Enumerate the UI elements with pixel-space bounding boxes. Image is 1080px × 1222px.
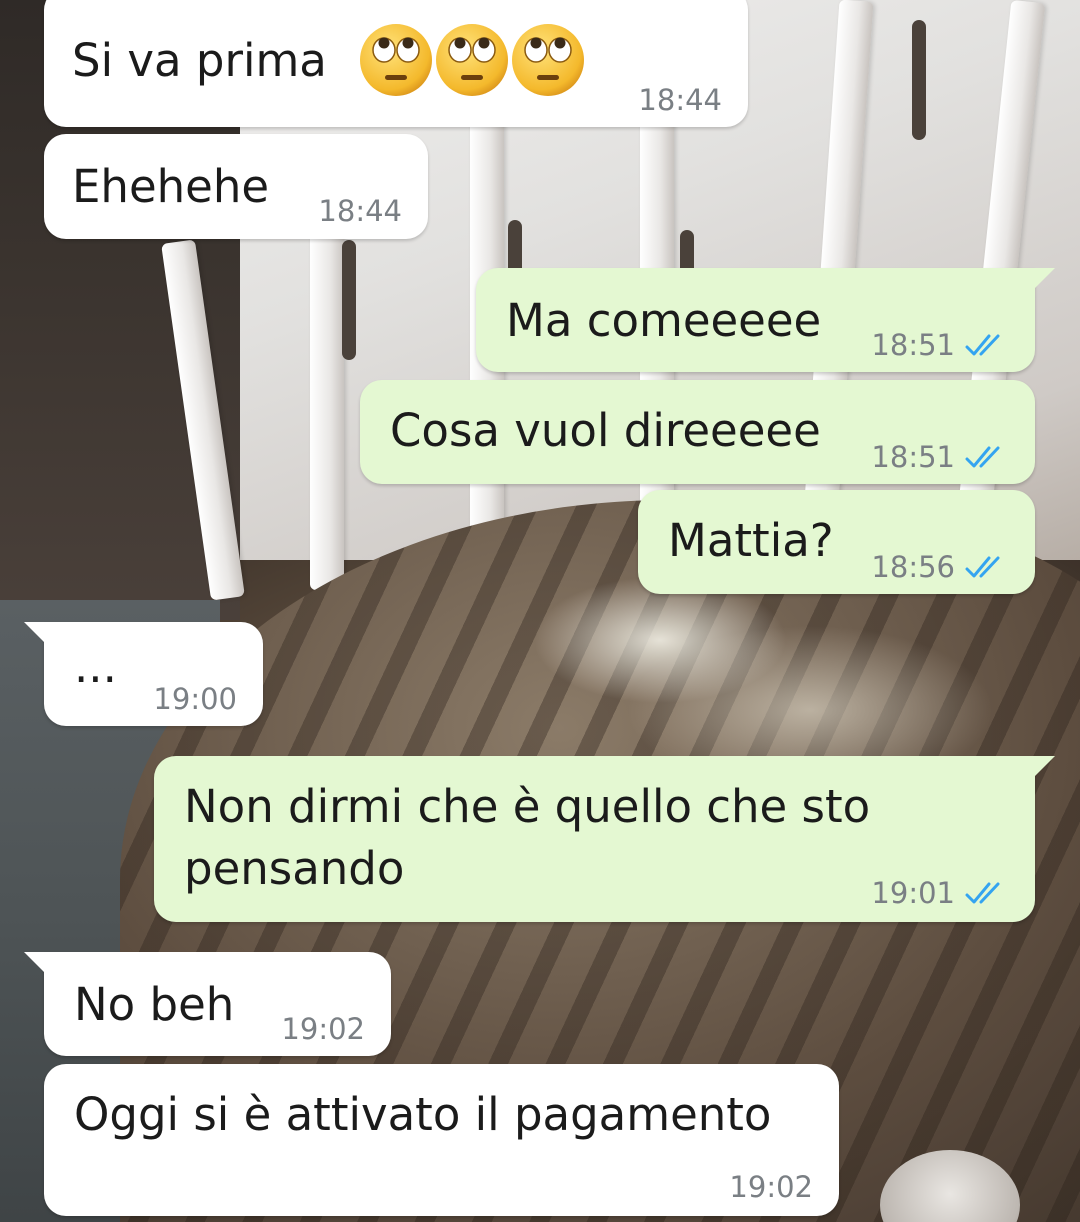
message-bubble-incoming[interactable]: Si va prima 18:44	[44, 0, 748, 127]
face-with-rolling-eyes-icon	[512, 24, 584, 96]
read-receipt-icon	[965, 334, 1000, 356]
message-meta: 19:02	[729, 1172, 813, 1202]
message-meta: 19:02	[281, 1014, 365, 1044]
chat-conversation: Si va prima 18:44 Ehehehe 18:44 Ma comee…	[0, 0, 1080, 1222]
message-text: Cosa vuol direeeee	[390, 404, 821, 457]
message-text: Mattia?	[668, 514, 834, 567]
message-time: 19:01	[871, 876, 955, 910]
message-time: 18:56	[871, 550, 955, 584]
message-meta: 18:51	[871, 442, 1009, 472]
message-text: ...	[74, 640, 117, 693]
message-text: Non dirmi che è quello che sto pensando	[184, 780, 871, 895]
message-time: 18:44	[318, 194, 402, 228]
message-time: 18:44	[638, 83, 722, 117]
message-meta: 19:01	[871, 878, 1009, 908]
message-time: 19:00	[153, 682, 237, 716]
message-time: 19:02	[281, 1012, 365, 1046]
face-with-rolling-eyes-icon	[360, 24, 432, 96]
message-bubble-outgoing[interactable]: Cosa vuol direeeee 18:51	[360, 380, 1035, 484]
read-receipt-icon	[965, 556, 1000, 578]
message-time: 18:51	[871, 440, 955, 474]
message-text: Si va prima	[72, 34, 327, 87]
message-bubble-incoming[interactable]: ... 19:00	[24, 622, 263, 726]
message-bubble-incoming[interactable]: Ehehehe 18:44	[44, 134, 428, 239]
message-bubble-outgoing[interactable]: Non dirmi che è quello che sto pensando …	[154, 756, 1055, 922]
message-bubble-outgoing[interactable]: Ma comeeeee 18:51	[476, 268, 1055, 372]
face-with-rolling-eyes-icon	[436, 24, 508, 96]
message-bubble-outgoing[interactable]: Mattia? 18:56	[638, 490, 1035, 594]
message-text: No beh	[74, 978, 235, 1031]
message-text: Ma comeeeee	[506, 294, 822, 347]
message-meta: 18:44	[638, 85, 722, 115]
message-time: 19:02	[729, 1170, 813, 1204]
message-text: Ehehehe	[72, 160, 270, 213]
message-meta: 18:51	[871, 330, 1009, 360]
message-meta: 19:00	[153, 684, 237, 714]
message-bubble-incoming[interactable]: No beh 19:02	[24, 952, 391, 1056]
message-emoji-group	[358, 22, 586, 98]
message-text: Oggi si è attivato il pagamento	[74, 1088, 772, 1141]
message-time: 18:51	[871, 328, 955, 362]
message-meta: 18:56	[871, 552, 1009, 582]
read-receipt-icon	[965, 446, 1000, 468]
message-bubble-incoming[interactable]: Oggi si è attivato il pagamento 19:02	[44, 1064, 839, 1216]
message-meta: 18:44	[318, 196, 402, 226]
read-receipt-icon	[965, 882, 1000, 904]
